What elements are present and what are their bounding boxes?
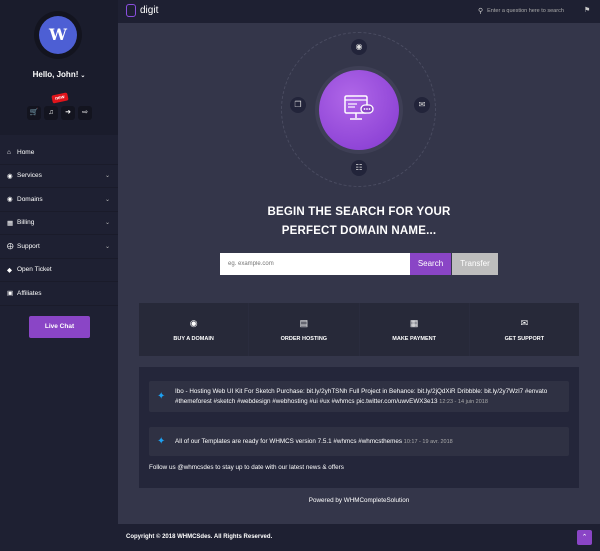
- tweet-text: Ibo - Hosting Web UI Kit For Sketch Purc…: [175, 387, 559, 407]
- buy-domain-card[interactable]: ◉ BUY A DOMAIN: [139, 303, 249, 356]
- action-label: GET SUPPORT: [504, 335, 545, 342]
- sidebar-item-support[interactable]: ⨁ Support ⌄: [0, 235, 118, 259]
- cube-icon: ◉: [7, 172, 13, 180]
- twitter-feed: ✦ Ibo - Hosting Web UI Kit For Sketch Pu…: [139, 367, 579, 488]
- topbar: digit ⚲ Enter a question here to search …: [118, 0, 600, 23]
- sidebar-item-home[interactable]: ⌂ Home: [0, 141, 118, 165]
- affiliate-icon: ▣: [7, 290, 14, 298]
- back-to-top-button[interactable]: ⌃: [577, 530, 592, 545]
- chevron-down-icon: ⌄: [104, 220, 110, 227]
- logout-icon[interactable]: ⇨: [78, 106, 92, 120]
- sidebar-item-label: Affiliates: [17, 289, 42, 297]
- chevron-down-icon: ⌄: [80, 73, 86, 79]
- envelope-icon: ✉: [414, 97, 430, 113]
- sidebar-item-label: Domains: [17, 195, 43, 203]
- get-support-card[interactable]: ✉ GET SUPPORT: [469, 303, 579, 356]
- action-label: MAKE PAYMENT: [392, 335, 436, 342]
- cube-icon: ❐: [290, 97, 306, 113]
- bell-icon[interactable]: ♫: [44, 106, 58, 120]
- domain-input[interactable]: [220, 253, 410, 275]
- sidebar-item-label: Support: [17, 242, 40, 250]
- tweet-body: All of our Templates are ready for WHMCS…: [175, 437, 403, 445]
- database-icon: ☷: [351, 160, 367, 176]
- logo-icon: [126, 4, 136, 17]
- logo-text: digit: [140, 5, 159, 16]
- make-payment-card[interactable]: ▦ MAKE PAYMENT: [359, 303, 469, 356]
- sidebar-item-label: Billing: [17, 219, 35, 227]
- globe-icon: ◉: [7, 196, 13, 204]
- tweet-item[interactable]: ✦ All of our Templates are ready for WHM…: [149, 427, 569, 456]
- powered-by[interactable]: Powered by WHMCompleteSolution: [118, 497, 600, 504]
- chevron-down-icon: ⌄: [104, 243, 110, 250]
- hero-graphic: ◉ ❐ ✉ ☷: [281, 32, 436, 187]
- transfer-button[interactable]: Transfer: [452, 253, 498, 275]
- sidebar-item-services[interactable]: ◉ Services ⌄: [0, 165, 118, 188]
- follow-text: Follow us @whmcsdes to stay up to date w…: [149, 464, 344, 471]
- globe-icon: ◉: [189, 317, 198, 328]
- avatar[interactable]: W: [34, 11, 82, 59]
- hero-circle: [319, 70, 399, 150]
- live-chat-button[interactable]: Live Chat: [29, 316, 90, 338]
- home-icon: ⌂: [7, 148, 11, 156]
- sidebar-item-label: Home: [17, 148, 35, 156]
- logo[interactable]: digit: [126, 4, 158, 17]
- search-button[interactable]: Search: [410, 253, 451, 275]
- sidebar-item-label: Open Ticket: [17, 266, 52, 274]
- user-menu-toggle[interactable]: Hello, John! ⌄: [0, 70, 118, 79]
- search-input[interactable]: Enter a question here to search: [487, 8, 564, 14]
- tweet-text: All of our Templates are ready for WHMCS…: [175, 437, 453, 447]
- card-icon: ▦: [7, 219, 14, 227]
- globe-icon: ◉: [351, 39, 367, 55]
- tweet-body: Ibo - Hosting Web UI Kit For Sketch Purc…: [175, 387, 548, 405]
- sidebar-item-open-ticket[interactable]: ◆ Open Ticket: [0, 259, 118, 282]
- chevron-down-icon: ⌄: [104, 196, 110, 203]
- quick-icons: 🛒 ♫ ➜ ⇨: [27, 106, 92, 120]
- tag-icon: ◆: [7, 266, 12, 274]
- new-badge: new: [51, 92, 69, 104]
- kb-search[interactable]: ⚲ Enter a question here to search: [478, 7, 564, 15]
- quick-actions: ◉ BUY A DOMAIN ▤ ORDER HOSTING ▦ MAKE PA…: [139, 303, 579, 356]
- sidebar-nav: ⌂ Home ◉ Services ⌄ ◉ Domains ⌄ ▦ Billin…: [0, 141, 118, 306]
- sidebar: W Hello, John! ⌄ new 🛒 ♫ ➜ ⇨ ⌂ Home ◉ Ser…: [0, 0, 118, 551]
- order-hosting-card[interactable]: ▤ ORDER HOSTING: [249, 303, 359, 356]
- cart-icon[interactable]: 🛒: [27, 106, 41, 120]
- headline-line-1: BEGIN THE SEARCH FOR YOUR: [267, 206, 451, 218]
- action-label: ORDER HOSTING: [280, 335, 328, 342]
- card-icon: ▦: [409, 317, 419, 328]
- twitter-icon: ✦: [157, 391, 166, 402]
- avatar-letter: W: [39, 16, 77, 54]
- monitor-chat-icon: [344, 95, 374, 120]
- envelope-icon: ✉: [520, 317, 529, 328]
- sidebar-item-affiliates[interactable]: ▣ Affiliates: [0, 282, 118, 306]
- language-icon[interactable]: ⚑: [584, 6, 590, 14]
- tweet-item[interactable]: ✦ Ibo - Hosting Web UI Kit For Sketch Pu…: [149, 381, 569, 412]
- headline-line-2: PERFECT DOMAIN NAME...: [281, 225, 437, 237]
- footer: Copyright © 2018 WHMCSdes. All Rights Re…: [118, 524, 600, 551]
- chevron-down-icon: ⌄: [104, 173, 110, 180]
- action-label: BUY A DOMAIN: [173, 335, 214, 342]
- copyright: Copyright © 2018 WHMCSdes. All Rights Re…: [126, 534, 273, 540]
- page-title: BEGIN THE SEARCH FOR YOUR PERFECT DOMAIN…: [118, 203, 600, 241]
- server-icon: ▤: [299, 317, 309, 328]
- user-panel: W Hello, John! ⌄ new 🛒 ♫ ➜ ⇨: [0, 0, 118, 135]
- lifebuoy-icon: ⨁: [7, 243, 14, 251]
- sidebar-item-label: Services: [17, 172, 42, 180]
- arrow-right-icon[interactable]: ➜: [61, 106, 75, 120]
- search-icon: ⚲: [478, 8, 484, 15]
- tweet-date: 10:17 - 19 avr. 2018: [403, 438, 453, 445]
- tweet-date: 12:23 - 14 juin 2018: [439, 398, 488, 405]
- sidebar-item-domains[interactable]: ◉ Domains ⌄: [0, 188, 118, 212]
- twitter-icon: ✦: [157, 436, 166, 447]
- sidebar-item-billing[interactable]: ▦ Billing ⌄: [0, 212, 118, 235]
- greeting: Hello, John!: [32, 70, 79, 79]
